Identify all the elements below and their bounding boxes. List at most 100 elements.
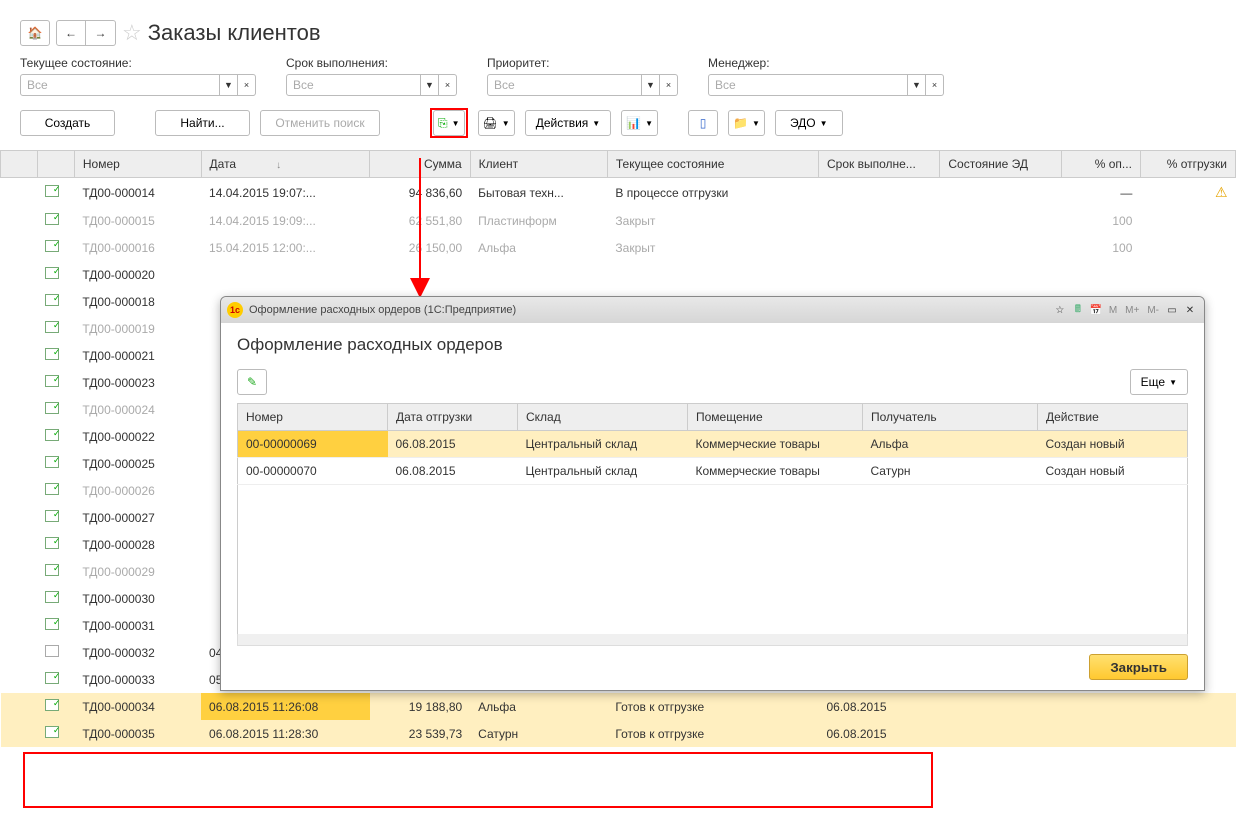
cell-sum: 19 188,80 xyxy=(370,693,470,720)
document-posted-icon xyxy=(45,267,59,279)
cell-pcto: 100 xyxy=(1061,207,1140,234)
filter-combo[interactable]: ▼ × xyxy=(487,74,678,96)
dialog-table[interactable]: НомерДата отгрузкиСкладПомещениеПолучате… xyxy=(237,403,1188,485)
more-button[interactable]: Еще▼ xyxy=(1130,369,1188,395)
cell-sum: 94 836,60 xyxy=(370,178,470,208)
caret-icon: ▼ xyxy=(502,119,510,128)
home-button[interactable]: 🏠 xyxy=(20,20,50,46)
filter-input[interactable] xyxy=(20,74,220,96)
document-icon: ▯ xyxy=(700,116,707,130)
report-button[interactable]: 📊▼ xyxy=(621,110,658,136)
dialog-titlebar[interactable]: 1c Оформление расходных ордеров (1С:Пред… xyxy=(221,297,1204,323)
actions-menu-button[interactable]: Действия▼ xyxy=(525,110,612,136)
calc-icon[interactable]: 🖩 xyxy=(1070,302,1086,318)
document-posted-icon xyxy=(45,429,59,441)
table-row[interactable]: ТД00-000035 06.08.2015 11:28:30 23 539,7… xyxy=(1,720,1236,747)
filter-label: Приоритет: xyxy=(487,56,678,70)
column-header[interactable]: Склад xyxy=(518,404,688,431)
cell-ed xyxy=(940,178,1061,208)
print-button[interactable]: 🖨▼ xyxy=(478,110,515,136)
column-header[interactable]: Номер xyxy=(238,404,388,431)
edit-button[interactable]: ✎ xyxy=(237,369,267,395)
clear-button[interactable]: × xyxy=(926,74,944,96)
table-row[interactable]: 00-00000069 06.08.2015 Центральный склад… xyxy=(238,431,1188,458)
cell-number: 00-00000070 xyxy=(238,458,388,485)
document-button[interactable]: ▯ xyxy=(688,110,718,136)
cell-pcto: 100 xyxy=(1061,234,1140,261)
m-plus-button[interactable]: M+ xyxy=(1122,305,1142,316)
column-header[interactable]: Сумма xyxy=(370,151,470,178)
forward-button[interactable]: → xyxy=(86,20,116,46)
column-header[interactable]: Получатель xyxy=(863,404,1038,431)
cell-pcto xyxy=(1061,720,1140,747)
cell-number: ТД00-000032 xyxy=(74,639,201,666)
cell-number: 00-00000069 xyxy=(238,431,388,458)
clear-button[interactable]: × xyxy=(660,74,678,96)
scrollbar-horizontal[interactable] xyxy=(237,634,1188,646)
cell-recipient: Альфа xyxy=(863,431,1038,458)
close-icon[interactable]: ✕ xyxy=(1182,302,1198,318)
nav-group: ← → xyxy=(56,20,116,46)
filter-combo[interactable]: ▼ × xyxy=(708,74,944,96)
column-header[interactable]: Дата↓ xyxy=(201,151,370,178)
find-button[interactable]: Найти... xyxy=(155,110,250,136)
filter-label: Срок выполнения: xyxy=(286,56,457,70)
dropdown-button[interactable]: ▼ xyxy=(421,74,439,96)
table-row[interactable]: ТД00-000014 14.04.2015 19:07:... 94 836,… xyxy=(1,178,1236,208)
column-header[interactable] xyxy=(1,151,38,178)
calendar-icon[interactable]: 📅 xyxy=(1088,302,1104,318)
table-row[interactable]: ТД00-000034 06.08.2015 11:26:08 19 188,8… xyxy=(1,693,1236,720)
filter-combo[interactable]: ▼ × xyxy=(20,74,256,96)
cell-state: Готов к отгрузке xyxy=(607,693,818,720)
cell-number: ТД00-000014 xyxy=(74,178,201,208)
cell-number: ТД00-000033 xyxy=(74,666,201,693)
cell-sum: 62 551,80 xyxy=(370,207,470,234)
table-row[interactable]: ТД00-000015 14.04.2015 19:09:... 62 551,… xyxy=(1,207,1236,234)
column-header[interactable] xyxy=(37,151,74,178)
column-header[interactable]: Помещение xyxy=(688,404,863,431)
filter-label: Текущее состояние: xyxy=(20,56,256,70)
pencil-icon: ✎ xyxy=(247,375,257,389)
column-header[interactable]: Состояние ЭД xyxy=(940,151,1061,178)
m-minus-button[interactable]: M- xyxy=(1144,305,1162,316)
create-on-basis-button[interactable]: ⎘▼ xyxy=(433,110,465,136)
column-header[interactable]: Срок выполне... xyxy=(819,151,940,178)
column-header[interactable]: Дата отгрузки xyxy=(388,404,518,431)
folder-button[interactable]: 📁▼ xyxy=(728,110,765,136)
filter-input[interactable] xyxy=(286,74,421,96)
cell-client: Сатурн xyxy=(470,720,607,747)
dropdown-button[interactable]: ▼ xyxy=(220,74,238,96)
document-posted-icon xyxy=(45,456,59,468)
column-header[interactable]: Клиент xyxy=(470,151,607,178)
filter-label: Менеджер: xyxy=(708,56,944,70)
clear-button[interactable]: × xyxy=(238,74,256,96)
column-header[interactable]: Действие xyxy=(1038,404,1188,431)
column-header[interactable]: % оп... xyxy=(1061,151,1140,178)
cell-due xyxy=(819,261,940,288)
dropdown-button[interactable]: ▼ xyxy=(642,74,660,96)
restore-window-icon[interactable]: ▭ xyxy=(1164,302,1180,318)
favorite-icon[interactable]: ☆ xyxy=(1052,302,1068,318)
filter-combo[interactable]: ▼ × xyxy=(286,74,457,96)
column-header[interactable]: % отгрузки xyxy=(1140,151,1235,178)
table-row[interactable]: ТД00-000016 15.04.2015 12:00:... 26 150,… xyxy=(1,234,1236,261)
cell-client: Пластинформ xyxy=(470,207,607,234)
column-header[interactable]: Номер xyxy=(74,151,201,178)
edo-button[interactable]: ЭДО▼ xyxy=(775,110,843,136)
cancel-search-button[interactable]: Отменить поиск xyxy=(260,110,380,136)
favorite-icon[interactable]: ☆ xyxy=(122,20,142,46)
dropdown-button[interactable]: ▼ xyxy=(908,74,926,96)
table-row[interactable]: ТД00-000020 xyxy=(1,261,1236,288)
m-button[interactable]: M xyxy=(1106,305,1120,316)
close-button[interactable]: Закрыть xyxy=(1089,654,1188,680)
filter-input[interactable] xyxy=(708,74,908,96)
column-header[interactable]: Текущее состояние xyxy=(607,151,818,178)
filter-input[interactable] xyxy=(487,74,642,96)
create-button[interactable]: Создать xyxy=(20,110,115,136)
clear-button[interactable]: × xyxy=(439,74,457,96)
table-row[interactable]: 00-00000070 06.08.2015 Центральный склад… xyxy=(238,458,1188,485)
cell-due: 06.08.2015 xyxy=(819,720,940,747)
back-button[interactable]: ← xyxy=(56,20,86,46)
cell-number: ТД00-000023 xyxy=(74,369,201,396)
cell-warehouse: Центральный склад xyxy=(518,458,688,485)
